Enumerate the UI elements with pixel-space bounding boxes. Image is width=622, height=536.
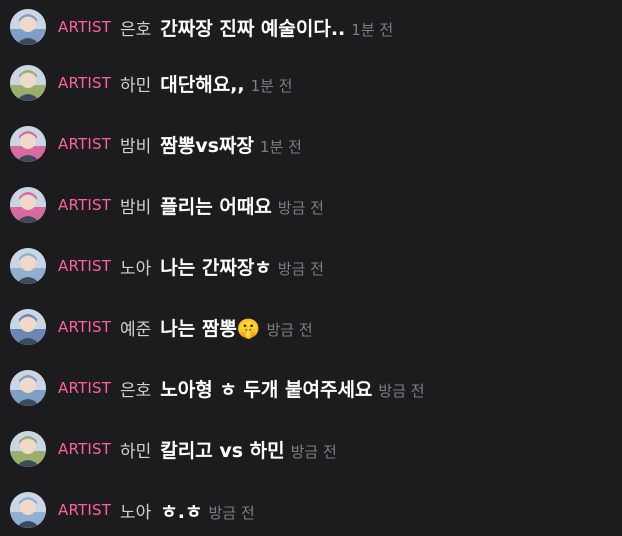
author-name[interactable]: 노아 [120, 498, 151, 523]
author-name[interactable]: 예준 [120, 315, 151, 340]
message-line: 노아 나는 간짜장ㅎ 방금 전 [120, 253, 324, 280]
timestamp: 1분 전 [351, 20, 394, 39]
chat-message: ARTIST 예준 나는 짬뽕🤫 방금 전 [0, 300, 622, 354]
artist-badge: ARTIST [58, 257, 112, 275]
timestamp: 방금 전 [277, 259, 324, 278]
artist-badge: ARTIST [58, 18, 112, 36]
timestamp: 1분 전 [250, 76, 293, 95]
message-line: 하민 칼리고 vs 하민 방금 전 [120, 436, 337, 463]
message-line: 은호 노아형 ㅎ 두개 붙여주세요 방금 전 [120, 375, 425, 402]
avatar[interactable] [10, 9, 46, 45]
message-text: 나는 짬뽕🤫 [160, 317, 261, 340]
avatar[interactable] [10, 126, 46, 162]
avatar[interactable] [10, 431, 46, 467]
timestamp: 방금 전 [378, 381, 425, 400]
avatar[interactable] [10, 370, 46, 406]
chat-message: ARTIST 밤비 짬뽕vs짜장 1분 전 [0, 117, 622, 171]
artist-badge: ARTIST [58, 135, 112, 153]
message-text: 대단해요,, [160, 73, 245, 96]
author-name[interactable]: 밤비 [120, 193, 151, 218]
avatar[interactable] [10, 492, 46, 528]
avatar[interactable] [10, 309, 46, 345]
avatar[interactable] [10, 65, 46, 101]
chat-message: ARTIST 은호 간짜장 진짜 예술이다.. 1분 전 [0, 0, 622, 54]
message-line: 노아 ㅎ.ㅎ 방금 전 [120, 497, 255, 524]
author-name[interactable]: 은호 [120, 376, 151, 401]
author-name[interactable]: 노아 [120, 254, 151, 279]
artist-badge: ARTIST [58, 74, 112, 92]
chat-message: ARTIST 하민 대단해요,, 1분 전 [0, 56, 622, 110]
author-name[interactable]: 은호 [120, 15, 151, 40]
message-text: 간짜장 진짜 예술이다.. [160, 17, 346, 40]
artist-badge: ARTIST [58, 196, 112, 214]
artist-badge: ARTIST [58, 379, 112, 397]
timestamp: 방금 전 [208, 503, 255, 522]
artist-badge: ARTIST [58, 440, 112, 458]
message-line: 밤비 짬뽕vs짜장 1분 전 [120, 131, 302, 158]
timestamp: 방금 전 [277, 198, 324, 217]
chat-message: ARTIST 은호 노아형 ㅎ 두개 붙여주세요 방금 전 [0, 361, 622, 415]
timestamp: 방금 전 [290, 442, 337, 461]
message-line: 예준 나는 짬뽕🤫 방금 전 [120, 314, 313, 341]
message-text: 짬뽕vs짜장 [160, 134, 254, 157]
avatar[interactable] [10, 248, 46, 284]
chat-message: ARTIST 노아 나는 간짜장ㅎ 방금 전 [0, 239, 622, 293]
message-line: 밤비 플리는 어때요 방금 전 [120, 192, 324, 219]
message-text: 노아형 ㅎ 두개 붙여주세요 [160, 378, 373, 401]
timestamp: 방금 전 [266, 320, 313, 339]
artist-badge: ARTIST [58, 318, 112, 336]
message-line: 은호 간짜장 진짜 예술이다.. 1분 전 [120, 14, 393, 41]
author-name[interactable]: 밤비 [120, 132, 151, 157]
message-text: 플리는 어때요 [160, 195, 272, 218]
message-text: 나는 간짜장ㅎ [160, 256, 272, 279]
message-text: 칼리고 vs 하민 [160, 439, 285, 462]
chat-message-list: ARTIST 은호 간짜장 진짜 예술이다.. 1분 전 ARTIST 하민 대단해요,, 1… [0, 0, 622, 536]
chat-message: ARTIST 노아 ㅎ.ㅎ 방금 전 [0, 483, 622, 536]
author-name[interactable]: 하민 [120, 71, 151, 96]
chat-message: ARTIST 하민 칼리고 vs 하민 방금 전 [0, 422, 622, 476]
chat-message: ARTIST 밤비 플리는 어때요 방금 전 [0, 178, 622, 232]
message-text: ㅎ.ㅎ [160, 500, 203, 523]
artist-badge: ARTIST [58, 501, 112, 519]
avatar[interactable] [10, 187, 46, 223]
message-line: 하민 대단해요,, 1분 전 [120, 70, 293, 97]
author-name[interactable]: 하민 [120, 437, 151, 462]
timestamp: 1분 전 [259, 137, 302, 156]
